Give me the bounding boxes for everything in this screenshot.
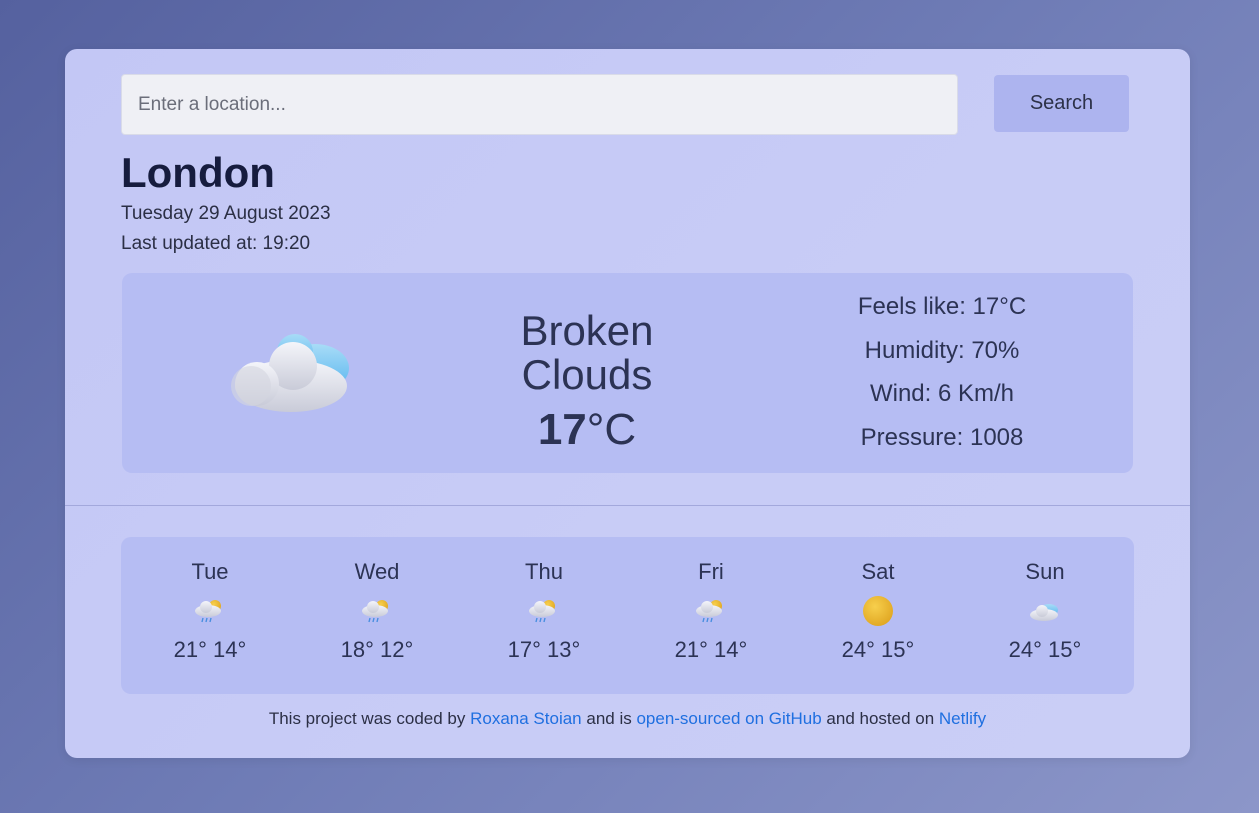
forecast-day: Wed 18° 12°: [317, 557, 437, 665]
forecast-day: Fri 21° 14°: [651, 557, 771, 665]
sun-rain-cloud-icon: [317, 587, 437, 635]
temperature-value: 17: [537, 405, 587, 454]
pressure: Pressure: 1008: [860, 423, 1024, 451]
forecast-temp-range: 24° 15°: [1008, 637, 1082, 662]
forecast-day-name: Sun: [1025, 559, 1065, 584]
weather-card: Search London Tuesday 29 August 2023 Las…: [65, 49, 1190, 758]
weather-description: Broken Clouds: [477, 309, 697, 397]
forecast-day-name: Fri: [698, 559, 724, 584]
last-updated: Last updated at: 19:20: [121, 233, 311, 254]
forecast-panel: Tue 21° 14° Wed 18° 12° Thu 17° 13° Fri: [121, 537, 1134, 694]
forecast-temp-range: 21° 14°: [173, 637, 247, 662]
forecast-day-name: Sat: [861, 559, 895, 584]
forecast-day: Sat 24° 15°: [818, 557, 938, 665]
forecast-temp-range: 17° 13°: [507, 637, 581, 662]
forecast-day: Tue 21° 14°: [150, 557, 270, 665]
feels-like: Feels like: 17°C: [857, 293, 1027, 320]
footer-text: and hosted on: [821, 709, 939, 728]
search-input[interactable]: [121, 74, 958, 135]
description-line-2: Clouds: [521, 351, 653, 398]
sun-rain-cloud-icon: [150, 587, 270, 635]
sun-icon: [818, 587, 938, 635]
forecast-day: Thu 17° 13°: [484, 557, 604, 665]
netlify-link[interactable]: Netlify: [939, 709, 986, 728]
forecast-day: Sun 24° 15°: [985, 557, 1105, 665]
forecast-day-name: Wed: [354, 559, 400, 584]
sun-rain-cloud-icon: [484, 587, 604, 635]
wind: Wind: 6 Km/h: [869, 380, 1015, 407]
current-weather-panel: Broken Clouds 17°C Feels like: 17°C Humi…: [122, 273, 1133, 473]
footer: This project was coded by Roxana Stoian …: [65, 709, 1190, 729]
forecast-temp-range: 18° 12°: [340, 637, 414, 662]
forecast-temp-range: 21° 14°: [674, 637, 748, 662]
broken-clouds-icon: [227, 328, 357, 418]
sun-rain-cloud-icon: [651, 587, 771, 635]
city-name: London: [121, 149, 275, 196]
cloud-icon: [985, 587, 1105, 635]
forecast-day-name: Tue: [191, 559, 229, 584]
footer-text: and is: [581, 709, 637, 728]
search-button[interactable]: Search: [994, 75, 1129, 132]
current-temperature: 17°C: [477, 405, 697, 455]
temperature-unit[interactable]: °C: [587, 405, 636, 454]
description-line-1: Broken: [520, 307, 654, 354]
footer-text: This project was coded by: [268, 709, 471, 728]
current-date: Tuesday 29 August 2023: [121, 203, 331, 224]
author-link[interactable]: Roxana Stoian: [470, 709, 582, 728]
weather-details: Feels like: 17°C Humidity: 70% Wind: 6 K…: [842, 289, 1042, 463]
divider: [65, 505, 1190, 506]
forecast-temp-range: 24° 15°: [841, 637, 915, 662]
github-link[interactable]: open-sourced on GitHub: [636, 709, 821, 728]
forecast-day-name: Thu: [525, 559, 563, 584]
humidity: Humidity: 70%: [864, 336, 1020, 364]
